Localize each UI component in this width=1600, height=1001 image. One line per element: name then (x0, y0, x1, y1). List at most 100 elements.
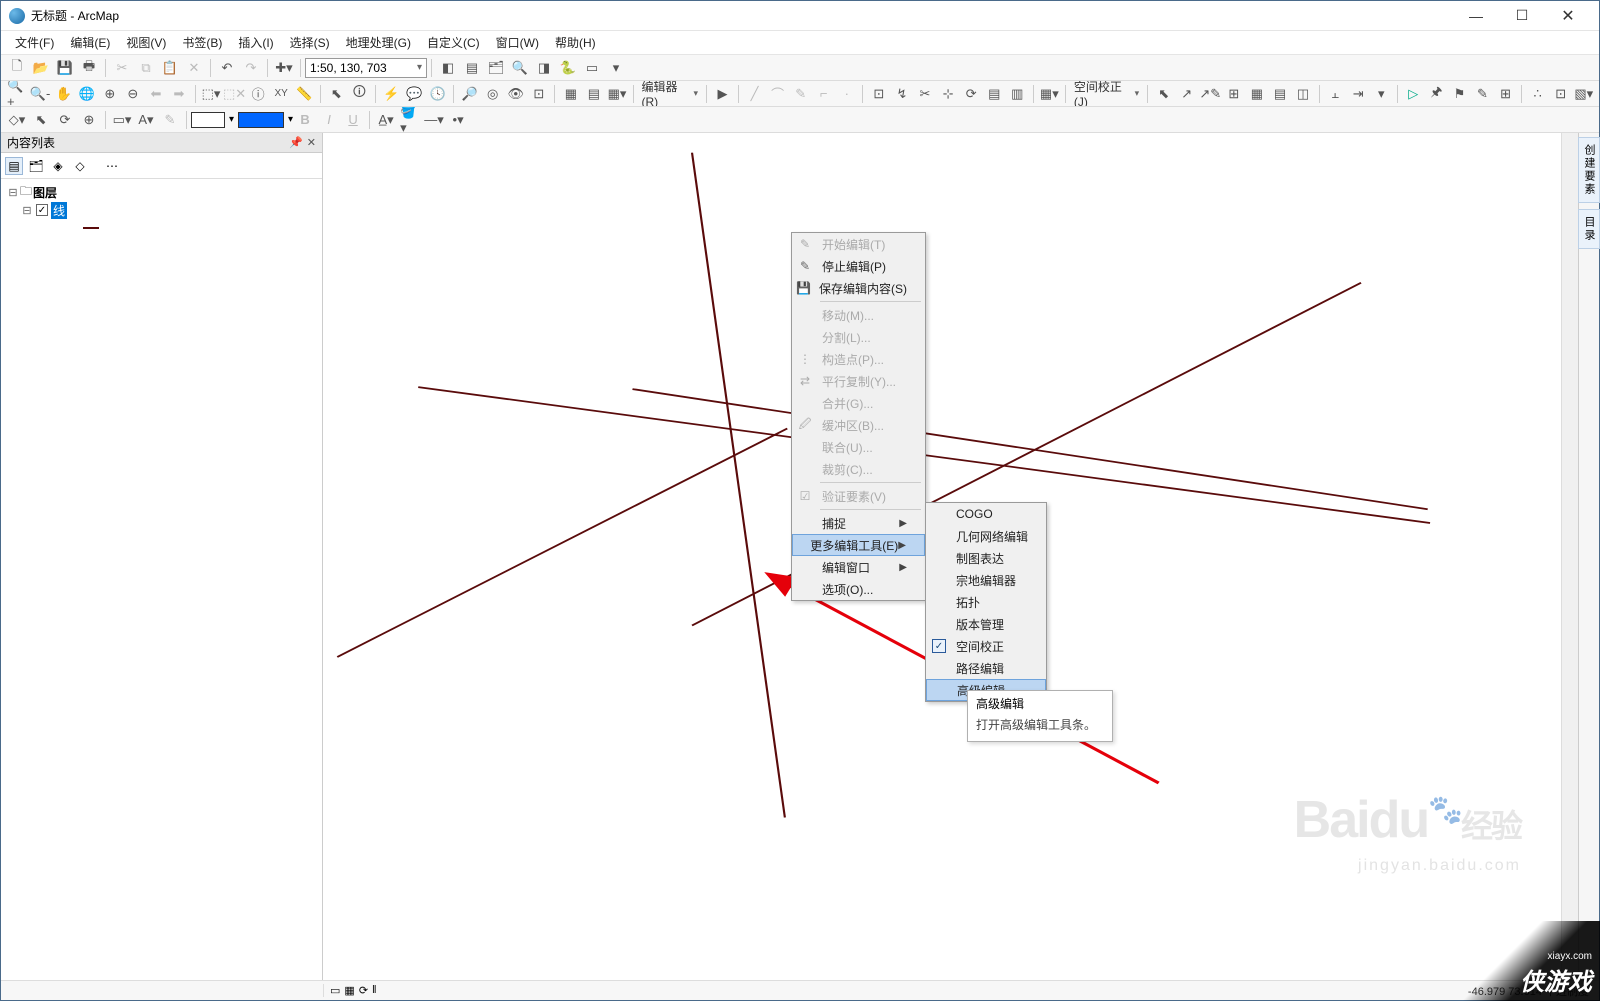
more-tools-item-7[interactable]: 路径编辑 (926, 657, 1046, 679)
menu-insert[interactable]: 插入(I) (230, 31, 281, 55)
sketch-props-icon[interactable]: ▥ (1007, 83, 1028, 105)
redo-button[interactable]: ↷ (240, 57, 262, 79)
list-by-visibility-icon[interactable]: ◈ (49, 157, 67, 175)
georef-table-icon[interactable]: ⊡ (1550, 83, 1571, 105)
multi-link-icon[interactable]: ⊞ (1223, 83, 1244, 105)
select-elements-icon[interactable]: ⬉ (1153, 83, 1174, 105)
layer-checkbox[interactable]: ✓ (36, 204, 48, 216)
menu-customize[interactable]: 自定义(C) (419, 31, 488, 55)
find-route-icon[interactable]: ◎ (482, 83, 503, 105)
data-view-icon[interactable]: ▭ (330, 984, 340, 997)
underline-icon[interactable]: U (342, 109, 364, 131)
trace-icon[interactable]: ✎ (790, 83, 811, 105)
open-button[interactable]: 📂 (30, 57, 52, 79)
prev-extent-icon[interactable]: ⬅ (145, 83, 166, 105)
menu-edit[interactable]: 编辑(E) (62, 31, 118, 55)
create-features-panel-icon[interactable]: ▦▾ (1039, 83, 1060, 105)
hyperlink-icon[interactable]: ⚡ (381, 83, 402, 105)
go-to-xy-icon[interactable]: XY (271, 83, 292, 105)
toc-options-icon[interactable]: ⋯ (103, 157, 121, 175)
toc-icon[interactable]: ▤ (461, 57, 483, 79)
viewer-icon[interactable]: 👁 (505, 83, 526, 105)
print-button[interactable]: 🖶 (78, 57, 100, 79)
fixed-zoom-out-icon[interactable]: ⊖ (122, 83, 143, 105)
straight-segment-icon[interactable]: ╱ (744, 83, 765, 105)
maximize-button[interactable]: ☐ (1499, 1, 1545, 31)
pan-icon[interactable]: ✋ (53, 83, 74, 105)
menu-bookmarks[interactable]: 书签(B) (174, 31, 230, 55)
time-slider-icon[interactable]: 🕓 (427, 83, 448, 105)
rectangle-icon[interactable]: ▭▾ (111, 109, 133, 131)
more-tools-item-5[interactable]: 版本管理 (926, 613, 1046, 635)
cut-button[interactable]: ✂ (111, 57, 133, 79)
info-icon[interactable]: 🛈 (349, 83, 370, 105)
attribute-icon[interactable]: ▤ (583, 83, 604, 105)
more-tools-item-6[interactable]: ✓空间校正 (926, 635, 1046, 657)
zoom-graphic-icon[interactable]: ⊕ (78, 109, 100, 131)
scale-input[interactable]: 1:50, 130, 703▾ (305, 58, 427, 78)
save-button[interactable]: 💾 (54, 57, 76, 79)
edge-match-icon[interactable]: ⫠ (1325, 83, 1346, 105)
menu-view[interactable]: 视图(V) (118, 31, 174, 55)
layout-view-icon[interactable]: ▦ (344, 984, 354, 997)
georef-points-icon[interactable]: ∴ (1527, 83, 1548, 105)
georef-flag-icon[interactable]: ⚑ (1449, 83, 1470, 105)
preview-icon[interactable]: ◫ (1293, 83, 1314, 105)
split-icon[interactable]: ⊹ (938, 83, 959, 105)
right-angle-icon[interactable]: ⌐ (813, 83, 834, 105)
measure-icon[interactable]: 📏 (294, 83, 315, 105)
zoom-in-icon[interactable]: 🔍+ (6, 83, 27, 105)
add-data-button[interactable]: ✚▾ (273, 57, 295, 79)
menu-file[interactable]: 文件(F) (7, 31, 62, 55)
list-by-selection-icon[interactable]: ◇ (71, 157, 89, 175)
html-popup-icon[interactable]: 💬 (404, 83, 425, 105)
arccatalog-icon[interactable]: ◨ (533, 57, 555, 79)
catalog-icon[interactable]: 🗂 (485, 57, 507, 79)
pin-icon[interactable]: 📌 (289, 136, 303, 149)
magnifier-icon[interactable]: ⊡ (528, 83, 549, 105)
italic-icon[interactable]: I (318, 109, 340, 131)
toc-root-row[interactable]: ⊟ 🗀 图层 (7, 183, 316, 201)
vertical-scrollbar[interactable] (1561, 133, 1578, 980)
python-icon[interactable]: 🐍 (557, 57, 579, 79)
attribute-transfer-icon[interactable]: ⇥ (1348, 83, 1369, 105)
fill-color-swatch[interactable] (191, 112, 225, 128)
zoom-out-icon[interactable]: 🔍- (29, 83, 51, 105)
table-icon[interactable]: ▦▾ (606, 83, 627, 105)
delete-button[interactable]: ✕ (183, 57, 205, 79)
toc-close-icon[interactable]: ✕ (307, 136, 316, 149)
editor-menu-item-16[interactable]: 更多编辑工具(E)▶ (792, 534, 925, 556)
side-tab-create-features[interactable]: 创建要素 (1578, 137, 1600, 203)
georef-icon[interactable]: ▷ (1403, 83, 1424, 105)
link-table-icon[interactable]: ▦ (1246, 83, 1267, 105)
toc-symbol-row[interactable] (7, 219, 316, 237)
editor-toolbar-icon[interactable]: ◧ (437, 57, 459, 79)
georef-window-icon[interactable]: ▧▾ (1573, 83, 1594, 105)
clear-selection-icon[interactable]: ⬚✕ (224, 83, 246, 105)
map-canvas[interactable]: ✎开始编辑(T)✎停止编辑(P)💾保存编辑内容(S)移动(M)...分割(L).… (323, 133, 1561, 980)
copy-button[interactable]: ⧉ (135, 57, 157, 79)
identify-icon[interactable]: ⓘ (248, 83, 269, 105)
more-tools-item-0[interactable]: COGO (926, 503, 1046, 525)
edit-tool-icon[interactable]: ▶ (712, 83, 733, 105)
close-button[interactable]: ✕ (1545, 1, 1591, 31)
new-button[interactable]: 🗋 (6, 57, 28, 79)
line-style-icon[interactable]: —▾ (423, 109, 445, 131)
menu-geoprocessing[interactable]: 地理处理(G) (338, 31, 419, 55)
more-tools-item-4[interactable]: 拓扑 (926, 591, 1046, 613)
editor-menu-item-1[interactable]: ✎停止编辑(P) (792, 255, 925, 277)
edit-text-icon[interactable]: ✎ (159, 109, 181, 131)
marker-icon[interactable]: •▾ (447, 109, 469, 131)
arc-segment-icon[interactable]: ⌒ (767, 83, 788, 105)
text-icon[interactable]: A▾ (135, 109, 157, 131)
reshape-icon[interactable]: ↯ (891, 83, 912, 105)
font-color-icon[interactable]: A̲▾ (375, 109, 397, 131)
undo-button[interactable]: ↶ (216, 57, 238, 79)
modify-link-icon[interactable]: ↗✎ (1199, 83, 1221, 105)
fill-bucket-icon[interactable]: 🪣▾ (399, 109, 421, 131)
menu-window[interactable]: 窗口(W) (488, 31, 547, 55)
bold-icon[interactable]: B (294, 109, 316, 131)
fixed-zoom-in-icon[interactable]: ⊕ (99, 83, 120, 105)
select-features-icon[interactable]: ⬚▾ (201, 83, 222, 105)
side-tab-catalog[interactable]: 目录 (1578, 209, 1600, 249)
